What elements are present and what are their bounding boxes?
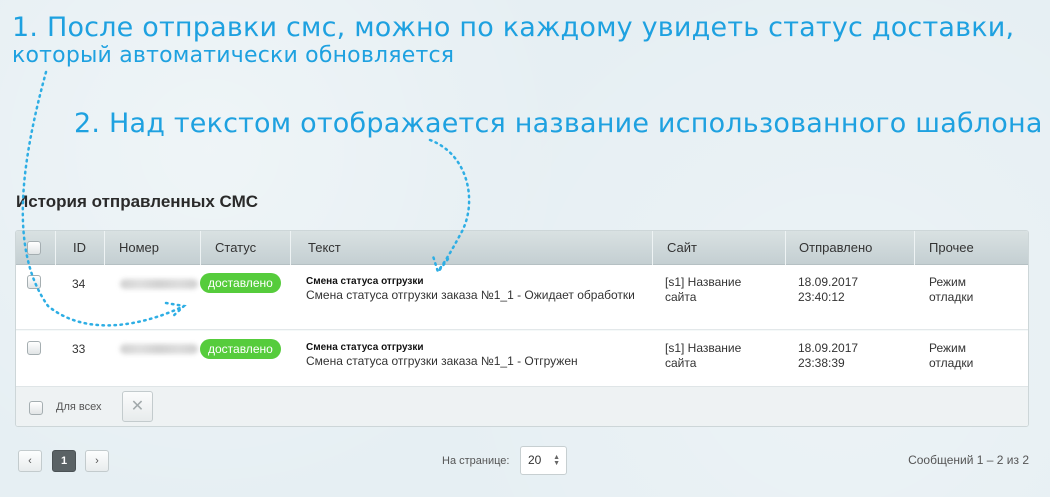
per-page-label: На странице:: [442, 455, 510, 467]
row-site: [s1] Название сайта: [665, 275, 742, 304]
column-header-other[interactable]: Прочее: [914, 231, 1028, 265]
table-row[interactable]: 34 доставлено Смена статуса отгрузки Сме…: [16, 265, 1028, 330]
sent-date: 18.09.2017: [798, 275, 859, 289]
annotation-1-line-1: 1. После отправки смс, можно по каждому …: [12, 12, 1015, 43]
total-count: Сообщений 1 – 2 из 2: [908, 453, 1029, 467]
header-select-all-cell: [16, 231, 55, 265]
table-row[interactable]: 33 доставлено Смена статуса отгрузки Сме…: [16, 331, 1028, 386]
prev-page-button[interactable]: ‹: [18, 450, 42, 472]
column-header-sent[interactable]: Отправлено: [785, 231, 914, 265]
column-header-id[interactable]: ID: [55, 231, 104, 265]
sent-time: 23:40:12: [798, 290, 845, 304]
status-badge: доставлено: [200, 273, 281, 293]
sms-history-table: ID Номер Статус Текст Сайт Отправлено Пр…: [15, 230, 1029, 427]
row-sent: 18.09.2017 23:38:39: [798, 341, 908, 371]
annotation-1-line-2: который автоматически обновляется: [12, 43, 455, 68]
next-page-button[interactable]: ›: [85, 450, 109, 472]
column-header-status[interactable]: Статус: [200, 231, 290, 265]
phone-number-redacted: [120, 279, 198, 289]
per-page-value: 20: [528, 453, 542, 467]
page-button-current[interactable]: 1: [52, 450, 76, 472]
column-header-number[interactable]: Номер: [104, 231, 200, 265]
table-footer: Для всех ✕: [16, 386, 1028, 426]
delete-button[interactable]: ✕: [122, 391, 153, 422]
row-other: Режим отладки: [929, 341, 974, 370]
select-arrows-icon: ▲ ▼: [553, 454, 560, 467]
template-name: Смена статуса отгрузки: [306, 276, 424, 287]
row-other: Режим отладки: [929, 275, 974, 304]
row-sent: 18.09.2017 23:40:12: [798, 275, 908, 305]
select-all-footer-checkbox[interactable]: [29, 401, 43, 415]
chevron-left-icon: ‹: [28, 455, 32, 467]
for-all-label: Для всех: [56, 401, 102, 413]
row-text-cell: Смена статуса отгрузки Смена статуса отг…: [306, 341, 646, 369]
template-name: Смена статуса отгрузки: [306, 342, 424, 353]
row-checkbox[interactable]: [27, 275, 41, 289]
column-header-text[interactable]: Текст: [290, 231, 652, 265]
table-header: ID Номер Статус Текст Сайт Отправлено Пр…: [16, 231, 1028, 265]
column-header-site[interactable]: Сайт: [652, 231, 785, 265]
page-title: История отправленных СМС: [16, 192, 259, 211]
status-badge: доставлено: [200, 339, 281, 359]
sent-date: 18.09.2017: [798, 341, 859, 355]
message-text: Смена статуса отгрузки заказа №1_1 - Ожи…: [306, 288, 635, 302]
annotation-2: 2. Над текстом отображается название исп…: [74, 108, 1043, 139]
select-all-checkbox[interactable]: [27, 241, 41, 255]
phone-number-redacted: [120, 344, 198, 354]
chevron-right-icon: ›: [95, 455, 99, 467]
sent-time: 23:38:39: [798, 356, 845, 370]
row-id: 34: [72, 277, 86, 291]
message-text: Смена статуса отгрузки заказа №1_1 - Отг…: [306, 354, 578, 368]
row-site: [s1] Название сайта: [665, 341, 742, 370]
row-id: 33: [72, 342, 86, 356]
row-text-cell: Смена статуса отгрузки Смена статуса отг…: [306, 275, 646, 303]
row-checkbox[interactable]: [27, 341, 41, 355]
per-page-select[interactable]: 20 ▲ ▼: [520, 446, 567, 475]
close-icon: ✕: [130, 398, 145, 415]
